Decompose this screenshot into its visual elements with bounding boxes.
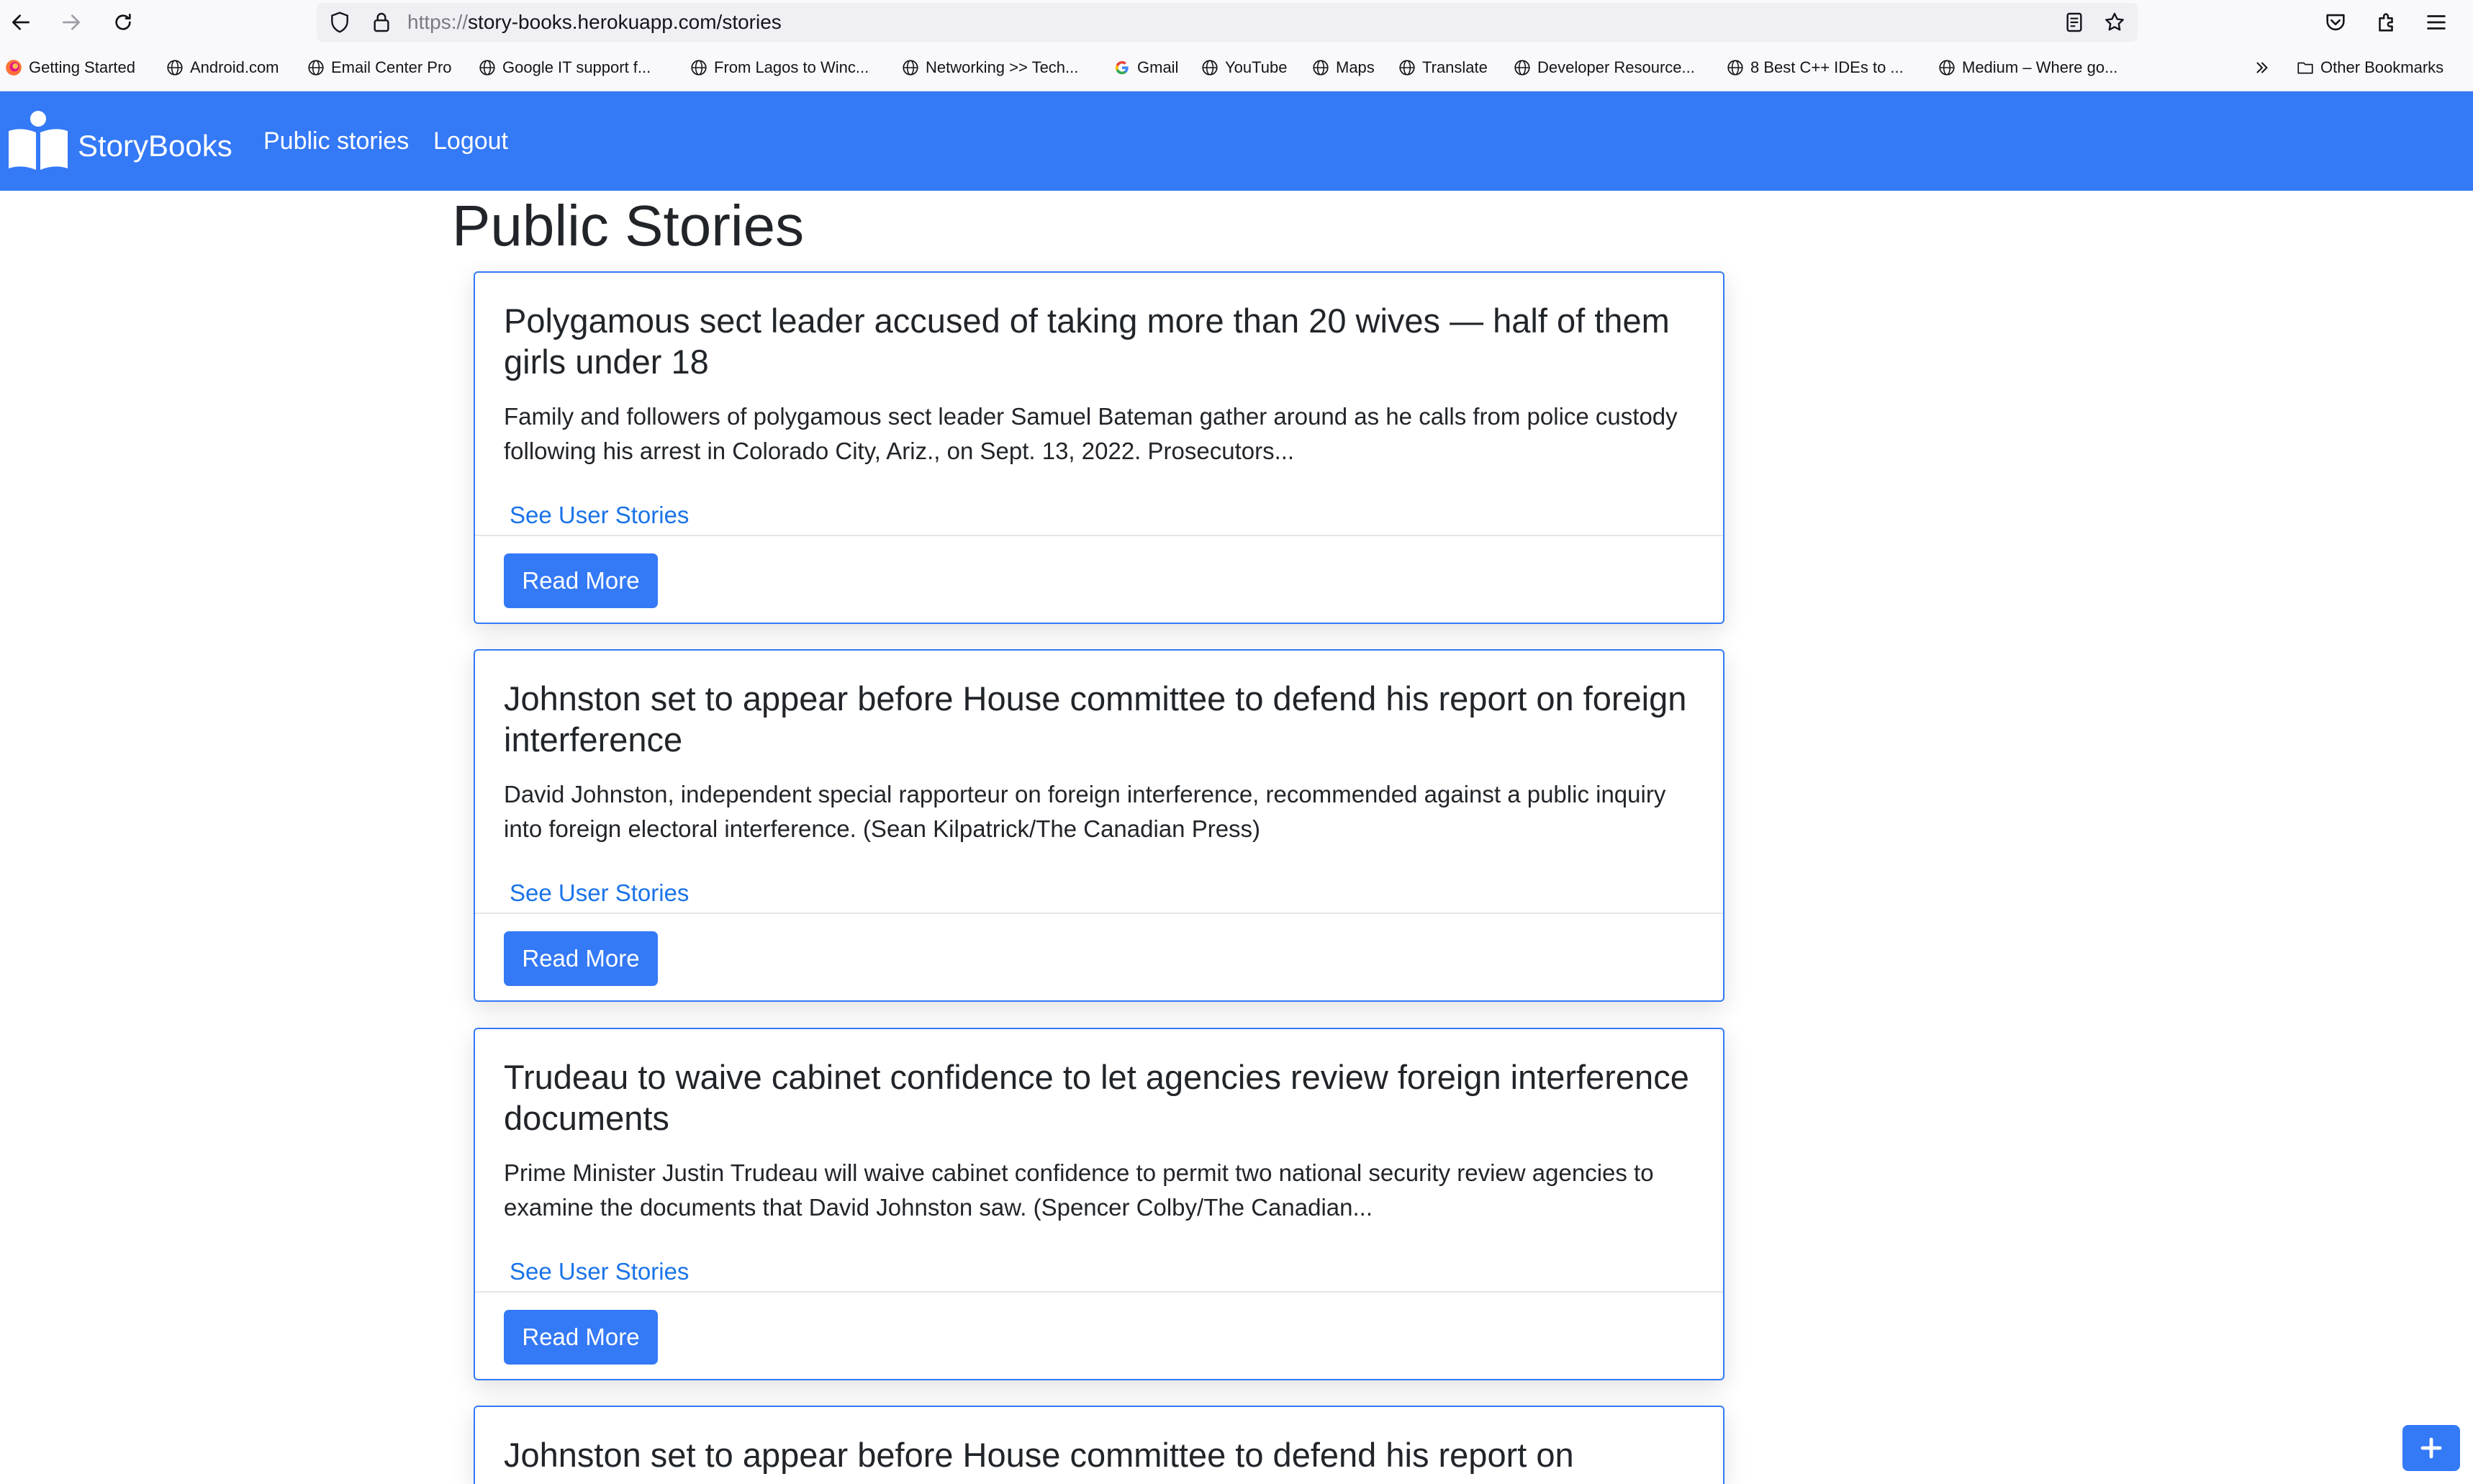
folder-icon bbox=[2297, 62, 2313, 74]
bookmark-label: Networking >> Tech... bbox=[926, 58, 1079, 76]
globe-icon bbox=[903, 60, 918, 76]
globe-icon bbox=[691, 60, 707, 76]
reload-icon bbox=[115, 14, 131, 30]
address-bar[interactable]: https://story-books.herokuapp.com/storie… bbox=[317, 3, 2138, 42]
arrow-right-icon bbox=[63, 14, 80, 30]
bookmark-label: Android.com bbox=[190, 58, 279, 76]
nav-public-stories[interactable]: Public stories bbox=[263, 127, 409, 155]
url-path: story-books.herokuapp.com/stories bbox=[468, 11, 782, 33]
lock-icon[interactable] bbox=[370, 11, 393, 34]
globe-icon bbox=[1399, 60, 1415, 76]
bookmark-label: Email Center Pro bbox=[331, 58, 452, 76]
arrow-left-icon bbox=[12, 14, 30, 30]
bookmark-label: Developer Resource... bbox=[1537, 58, 1695, 76]
menu-icon[interactable] bbox=[2424, 10, 2449, 35]
bookmark-label: YouTube bbox=[1225, 58, 1288, 76]
bookmark-item[interactable]: Android.com bbox=[166, 45, 279, 91]
bookmark-label: Medium – Where go... bbox=[1962, 58, 2118, 76]
bookmark-item[interactable]: From Lagos to Winc... bbox=[690, 45, 869, 91]
globe-icon bbox=[1514, 60, 1530, 76]
card-footer: Read More bbox=[475, 913, 1723, 1003]
page-title: Public Stories bbox=[452, 194, 805, 258]
bookmark-item[interactable]: Maps bbox=[1311, 45, 1375, 91]
reader-view-icon[interactable] bbox=[2063, 11, 2086, 34]
bookmark-label: Translate bbox=[1422, 58, 1488, 76]
bookmark-label: From Lagos to Winc... bbox=[714, 58, 869, 76]
story-card: Johnston set to appear before House comm… bbox=[474, 1406, 1724, 1484]
bookmark-label: Gmail bbox=[1137, 58, 1179, 76]
story-excerpt: David Johnston, independent special rapp… bbox=[504, 781, 1666, 842]
globe-icon bbox=[308, 60, 324, 76]
google-icon bbox=[1115, 60, 1129, 75]
card-footer: Read More bbox=[475, 535, 1723, 625]
browser-toolbar: https://story-books.herokuapp.com/storie… bbox=[0, 0, 2473, 45]
bookmark-label: 8 Best C++ IDEs to ... bbox=[1750, 58, 1904, 76]
plus-icon bbox=[2420, 1437, 2442, 1459]
add-story-button[interactable] bbox=[2402, 1425, 2460, 1471]
url-text[interactable]: https://story-books.herokuapp.com/storie… bbox=[407, 3, 782, 42]
see-user-stories-link[interactable]: See User Stories bbox=[510, 502, 689, 529]
bookmark-label: Maps bbox=[1336, 58, 1375, 76]
story-excerpt: Family and followers of polygamous sect … bbox=[504, 403, 1678, 464]
card-footer: Read More bbox=[475, 1291, 1723, 1382]
story-card: Polygamous sect leader accused of taking… bbox=[474, 271, 1724, 624]
other-bookmarks[interactable]: Other Bookmarks bbox=[2296, 45, 2443, 91]
globe-icon bbox=[1313, 60, 1329, 76]
bookmark-item[interactable]: Getting Started bbox=[4, 45, 135, 91]
see-user-stories-link[interactable]: See User Stories bbox=[510, 1258, 689, 1285]
see-user-stories-link[interactable]: See User Stories bbox=[510, 879, 689, 907]
read-more-button[interactable]: Read More bbox=[504, 931, 658, 986]
story-card: Johnston set to appear before House comm… bbox=[474, 649, 1724, 1002]
bookmark-item[interactable]: 8 Best C++ IDEs to ... bbox=[1726, 45, 1904, 91]
globe-icon bbox=[167, 60, 183, 76]
globe-icon bbox=[1939, 60, 1955, 76]
shield-icon[interactable] bbox=[328, 11, 351, 34]
bookmark-item[interactable]: Networking >> Tech... bbox=[901, 45, 1078, 91]
other-bookmarks-label: Other Bookmarks bbox=[2320, 58, 2444, 76]
chevron-double-right-icon bbox=[2256, 62, 2268, 73]
firefox-icon bbox=[6, 60, 22, 76]
reload-button[interactable] bbox=[108, 7, 138, 37]
globe-icon bbox=[1202, 60, 1218, 76]
back-button[interactable] bbox=[6, 7, 36, 37]
extensions-icon[interactable] bbox=[2374, 10, 2398, 35]
story-excerpt: Prime Minister Justin Trudeau will waive… bbox=[504, 1159, 1654, 1221]
globe-icon bbox=[1727, 60, 1743, 76]
read-more-button[interactable]: Read More bbox=[504, 553, 658, 608]
bookmark-item[interactable]: Google IT support f... bbox=[478, 45, 651, 91]
pocket-icon[interactable] bbox=[2323, 10, 2348, 35]
forward-button[interactable] bbox=[56, 7, 86, 37]
globe-icon bbox=[479, 60, 495, 76]
bookmark-item[interactable]: Translate bbox=[1398, 45, 1488, 91]
story-title: Johnston set to appear before House comm… bbox=[504, 1436, 1574, 1474]
story-card: Trudeau to waive cabinet confidence to l… bbox=[474, 1028, 1724, 1380]
bookmark-item[interactable]: YouTube bbox=[1201, 45, 1287, 91]
bookmark-star-icon[interactable] bbox=[2103, 11, 2126, 34]
bookmarks-overflow-button[interactable] bbox=[2253, 45, 2277, 91]
bookmark-item[interactable]: Email Center Pro bbox=[307, 45, 452, 91]
story-title: Polygamous sect leader accused of taking… bbox=[504, 302, 1670, 381]
book-reader-logo-icon[interactable] bbox=[7, 109, 69, 171]
bookmark-item[interactable]: Medium – Where go... bbox=[1938, 45, 2117, 91]
brand-name[interactable]: StoryBooks bbox=[78, 129, 232, 163]
bookmark-item[interactable]: Gmail bbox=[1113, 45, 1178, 91]
bookmark-item[interactable]: Developer Resource... bbox=[1513, 45, 1695, 91]
bookmark-label: Getting Started bbox=[29, 58, 135, 76]
url-scheme: https:// bbox=[407, 11, 469, 33]
app-navbar: StoryBooks Public stories Logout bbox=[0, 91, 2473, 191]
bookmarks-bar: Getting Started Android.com Email Center… bbox=[0, 45, 2473, 91]
read-more-button[interactable]: Read More bbox=[504, 1310, 658, 1365]
story-title: Trudeau to waive cabinet confidence to l… bbox=[504, 1058, 1689, 1137]
nav-logout[interactable]: Logout bbox=[433, 127, 508, 155]
bookmark-label: Google IT support f... bbox=[502, 58, 651, 76]
story-title: Johnston set to appear before House comm… bbox=[504, 679, 1687, 759]
